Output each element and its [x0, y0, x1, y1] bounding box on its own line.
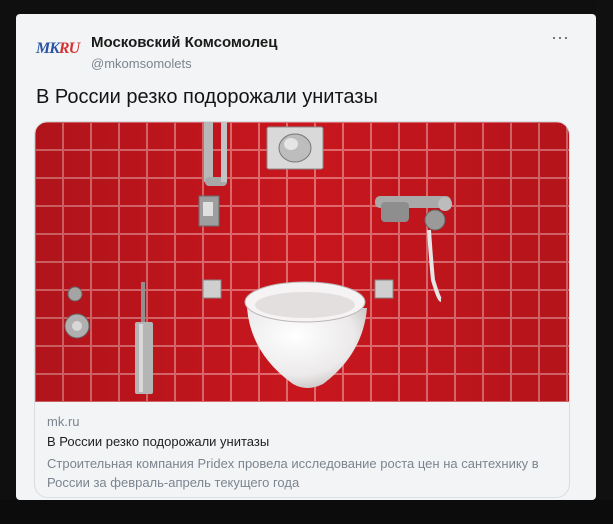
account-logo[interactable]: MKRU: [36, 40, 80, 58]
link-preview-meta: mk.ru В России резко подорожали унитазы …: [47, 406, 557, 492]
logo-text-accent: RU: [58, 40, 80, 57]
logo-text-main: MK: [36, 40, 60, 57]
video-frame-left: [0, 0, 16, 524]
link-domain: mk.ru: [47, 414, 80, 429]
tweet-header: MKRU Московский Комсомолец @mkomsomolets…: [36, 26, 576, 71]
video-frame-bottom: [0, 500, 613, 524]
link-description: Строительная компания Pridex провела исс…: [47, 456, 539, 490]
more-options-icon[interactable]: ···: [548, 28, 572, 48]
article-photo: [35, 122, 569, 402]
account-handle[interactable]: @mkomsomolets: [91, 56, 192, 71]
tweet-card: MKRU Московский Комсомолец @mkomsomolets…: [16, 14, 596, 500]
video-frame-top: [0, 0, 613, 14]
link-preview-card[interactable]: mk.ru В России резко подорожали унитазы …: [34, 121, 570, 498]
link-title: В России резко подорожали унитазы: [47, 434, 270, 449]
account-display-name[interactable]: Московский Комсомолец: [91, 34, 278, 51]
tweet-text: В России резко подорожали унитазы: [36, 86, 378, 108]
video-frame-right: [596, 0, 613, 524]
